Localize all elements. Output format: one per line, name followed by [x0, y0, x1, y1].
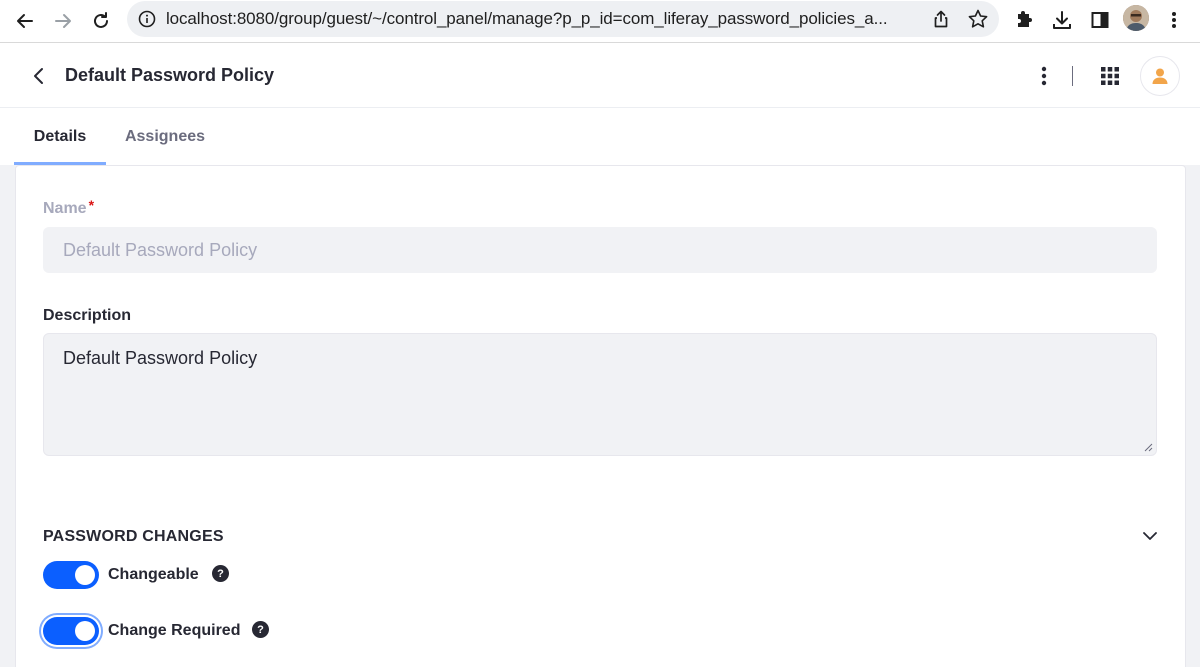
- tab-assignees[interactable]: Assignees: [114, 108, 216, 165]
- name-label: Name *: [43, 197, 95, 217]
- browser-menu-kebab-icon[interactable]: [1161, 7, 1187, 33]
- side-panel-icon[interactable]: [1087, 7, 1113, 33]
- change-required-toggle[interactable]: [43, 617, 99, 645]
- site-info-icon[interactable]: [138, 10, 156, 28]
- tab-bar: Details Assignees: [0, 108, 1200, 165]
- name-field[interactable]: Default Password Policy: [43, 227, 1157, 273]
- browser-profile-avatar[interactable]: [1123, 5, 1149, 31]
- changeable-toggle[interactable]: [43, 561, 99, 589]
- change-required-label: Change Required: [108, 622, 241, 639]
- options-kebab-icon[interactable]: [1031, 63, 1057, 89]
- reload-icon[interactable]: [86, 6, 116, 36]
- back-chevron-icon[interactable]: [24, 62, 52, 90]
- share-icon[interactable]: [931, 9, 951, 29]
- extensions-puzzle-icon[interactable]: [1011, 7, 1037, 33]
- browser-toolbar: localhost:8080/group/guest/~/control_pan…: [0, 0, 1200, 43]
- question-circle-icon[interactable]: ?: [252, 621, 269, 638]
- app-header: Default Password Policy: [0, 44, 1200, 108]
- resize-grip-icon[interactable]: [1143, 442, 1153, 452]
- forward-arrow-icon[interactable]: [48, 6, 78, 36]
- changeable-label: Changeable: [108, 566, 199, 583]
- user-icon: [1152, 68, 1168, 84]
- chevron-down-icon[interactable]: [1139, 525, 1161, 547]
- description-textarea[interactable]: Default Password Policy: [43, 333, 1157, 456]
- header-divider: [1072, 66, 1073, 86]
- address-bar[interactable]: localhost:8080/group/guest/~/control_pan…: [127, 1, 999, 37]
- bookmark-star-icon[interactable]: [967, 8, 989, 30]
- toggle-knob: [75, 621, 95, 641]
- back-arrow-icon[interactable]: [10, 6, 40, 36]
- user-avatar[interactable]: [1140, 56, 1180, 96]
- question-circle-icon[interactable]: ?: [212, 565, 229, 582]
- toggle-knob: [75, 565, 95, 585]
- tab-details[interactable]: Details: [14, 108, 106, 165]
- required-mark: *: [88, 197, 95, 213]
- page-title: Default Password Policy: [65, 65, 275, 85]
- download-icon[interactable]: [1049, 7, 1075, 33]
- section-title-password-changes: PASSWORD CHANGES: [43, 528, 224, 545]
- url-text: localhost:8080/group/guest/~/control_pan…: [166, 9, 888, 28]
- description-label: Description: [43, 307, 132, 324]
- description-text: Default Password Policy: [63, 348, 258, 368]
- applications-grid-icon[interactable]: [1096, 62, 1124, 90]
